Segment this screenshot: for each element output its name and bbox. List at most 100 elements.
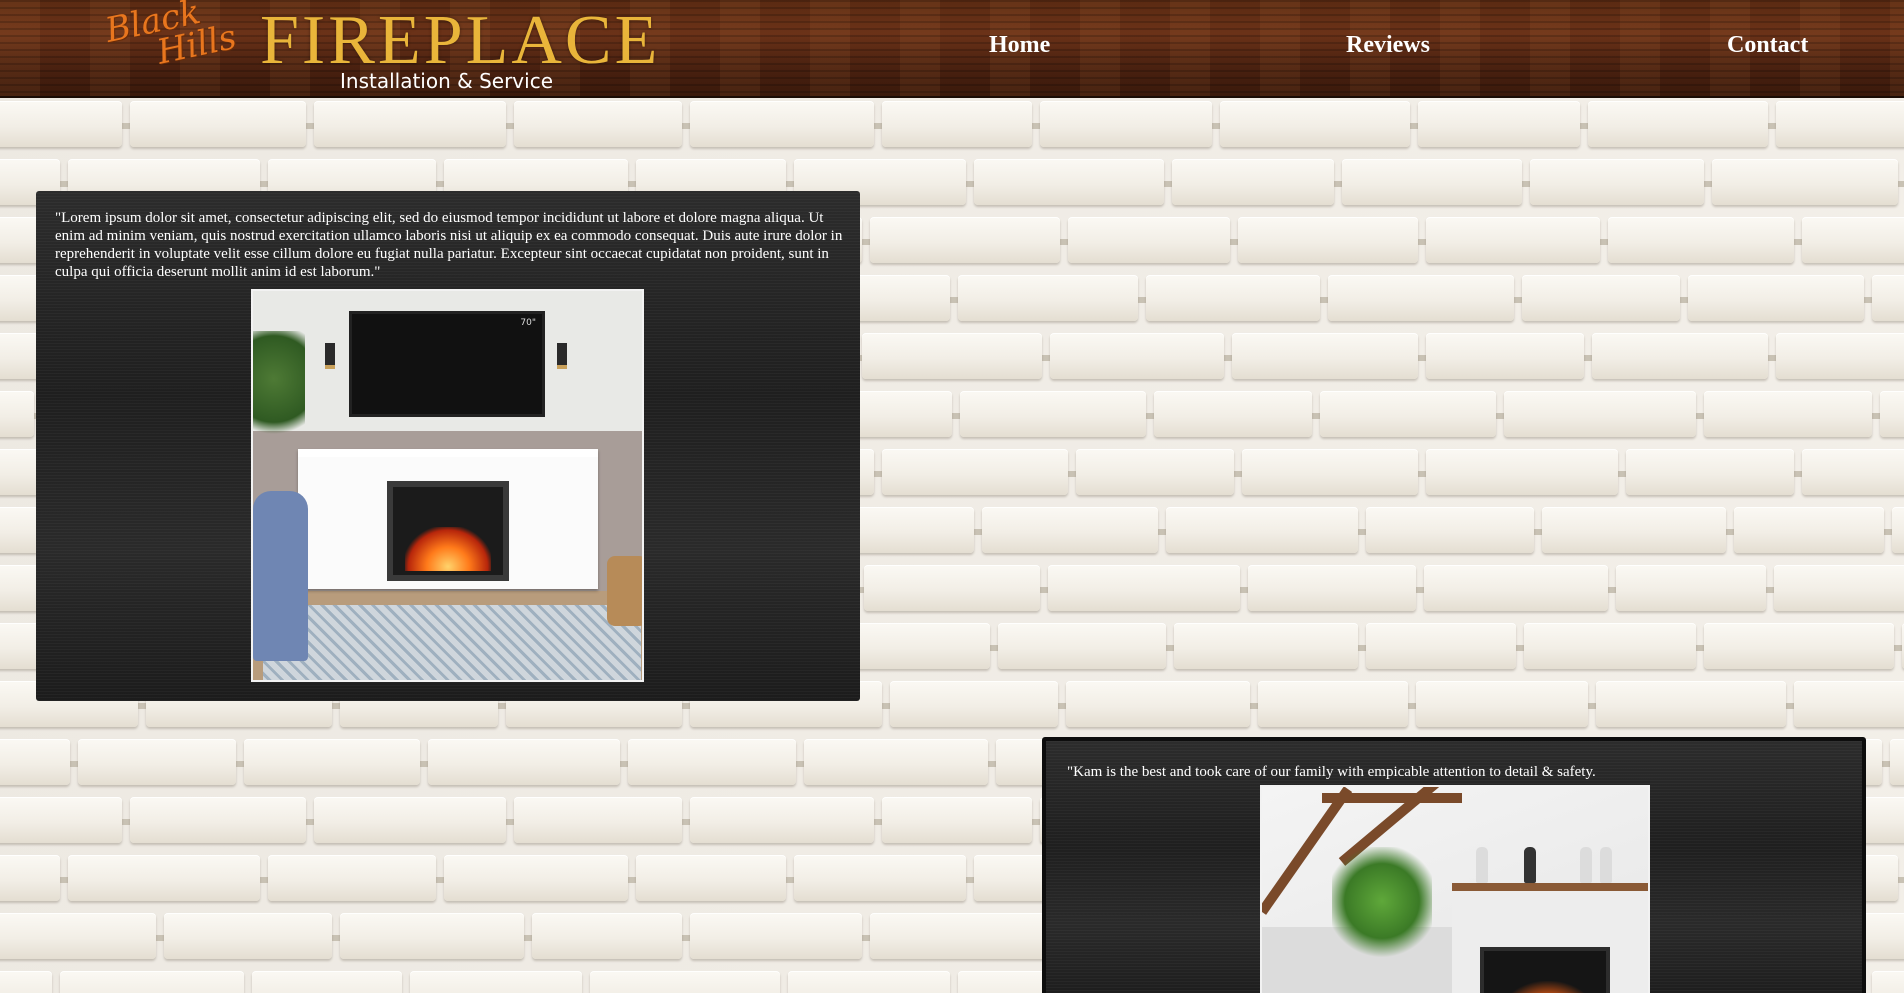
brick [628, 739, 796, 785]
brick [1890, 739, 1904, 785]
brick [794, 855, 966, 901]
brick [0, 971, 52, 993]
photo-vase [1476, 847, 1488, 883]
photo-basket [607, 556, 642, 626]
brick [882, 101, 1032, 147]
brick [1048, 565, 1240, 611]
brick [1068, 217, 1230, 263]
brick [1776, 101, 1904, 147]
brick [1880, 391, 1904, 437]
brick [982, 507, 1158, 553]
review-text: "Kam is the best and took care of our fa… [1067, 764, 1596, 780]
brick [1688, 275, 1864, 321]
brick [68, 855, 260, 901]
brick [428, 739, 620, 785]
brick [1366, 623, 1516, 669]
brick [1424, 565, 1608, 611]
brick [532, 913, 682, 959]
brick [1242, 449, 1418, 495]
fireplace-photo [1260, 785, 1650, 993]
brick [1704, 623, 1894, 669]
brick [882, 449, 1068, 495]
brick [130, 101, 306, 147]
brick [690, 797, 874, 843]
brick [1232, 333, 1418, 379]
brick [514, 101, 682, 147]
logo-script-text: Black Hills [102, 0, 240, 78]
brick [870, 913, 1060, 959]
photo-plant [1332, 847, 1432, 967]
brick [0, 101, 122, 147]
brick [314, 797, 506, 843]
brick [1872, 275, 1904, 321]
photo-rug [263, 605, 641, 680]
photo-vase [1600, 847, 1612, 883]
photo-vase [1580, 847, 1592, 883]
brick [1220, 101, 1410, 147]
brick [690, 101, 874, 147]
nav-home-link[interactable]: Home [989, 32, 1050, 59]
brick [514, 797, 682, 843]
photo-beam [1322, 793, 1462, 803]
brick [1066, 681, 1250, 727]
brick [1592, 333, 1768, 379]
brick [1154, 391, 1312, 437]
brick [1530, 159, 1704, 205]
brick [960, 391, 1146, 437]
brick [252, 971, 402, 993]
logo-title: FIREPLACE [260, 2, 661, 79]
brick [1774, 565, 1904, 611]
site-header: Black Hills FIREPLACE Installation & Ser… [0, 0, 1904, 98]
review-card: "Lorem ipsum dolor sit amet, consectetur… [36, 191, 860, 701]
brick [690, 913, 862, 959]
site-logo[interactable]: Black Hills FIREPLACE Installation & Ser… [102, 0, 657, 98]
brick [78, 739, 236, 785]
brick [0, 739, 70, 785]
brick [1418, 101, 1580, 147]
brick [1794, 681, 1904, 727]
review-text: "Lorem ipsum dolor sit amet, consectetur… [55, 210, 843, 280]
nav-reviews-link[interactable]: Reviews [1346, 32, 1430, 59]
brick [1426, 449, 1618, 495]
brick [1248, 565, 1416, 611]
brick [340, 913, 524, 959]
photo-tv: 70" [349, 311, 545, 417]
brick [268, 855, 436, 901]
brick-row [0, 98, 1904, 150]
brick [1366, 507, 1534, 553]
tv-size-label: 70" [520, 318, 536, 328]
brick [0, 797, 122, 843]
brick [1342, 159, 1522, 205]
brick [998, 623, 1166, 669]
brick [1076, 449, 1234, 495]
brick [1258, 681, 1408, 727]
brick [1504, 391, 1696, 437]
brick [882, 797, 1032, 843]
brick [1596, 681, 1786, 727]
logo-subtitle: Installation & Service [340, 69, 553, 93]
brick [974, 159, 1164, 205]
brick [60, 971, 244, 993]
brick [804, 739, 988, 785]
brick [0, 391, 34, 437]
brick [164, 913, 332, 959]
photo-shelf [1452, 883, 1648, 891]
brick [1626, 449, 1794, 495]
brick [1050, 333, 1224, 379]
brick [1426, 217, 1600, 263]
brick [1328, 275, 1514, 321]
brick [244, 739, 420, 785]
brick [1320, 391, 1496, 437]
brick [1892, 507, 1904, 553]
photo-firebox [387, 481, 509, 581]
brick [0, 855, 60, 901]
brick [590, 971, 780, 993]
brick [1426, 333, 1584, 379]
brick [1166, 507, 1358, 553]
nav-contact-link[interactable]: Contact [1727, 32, 1808, 59]
photo-sconce-left [325, 343, 335, 369]
brick [1802, 449, 1904, 495]
brick [1146, 275, 1320, 321]
brick [1588, 101, 1768, 147]
brick [1524, 623, 1696, 669]
